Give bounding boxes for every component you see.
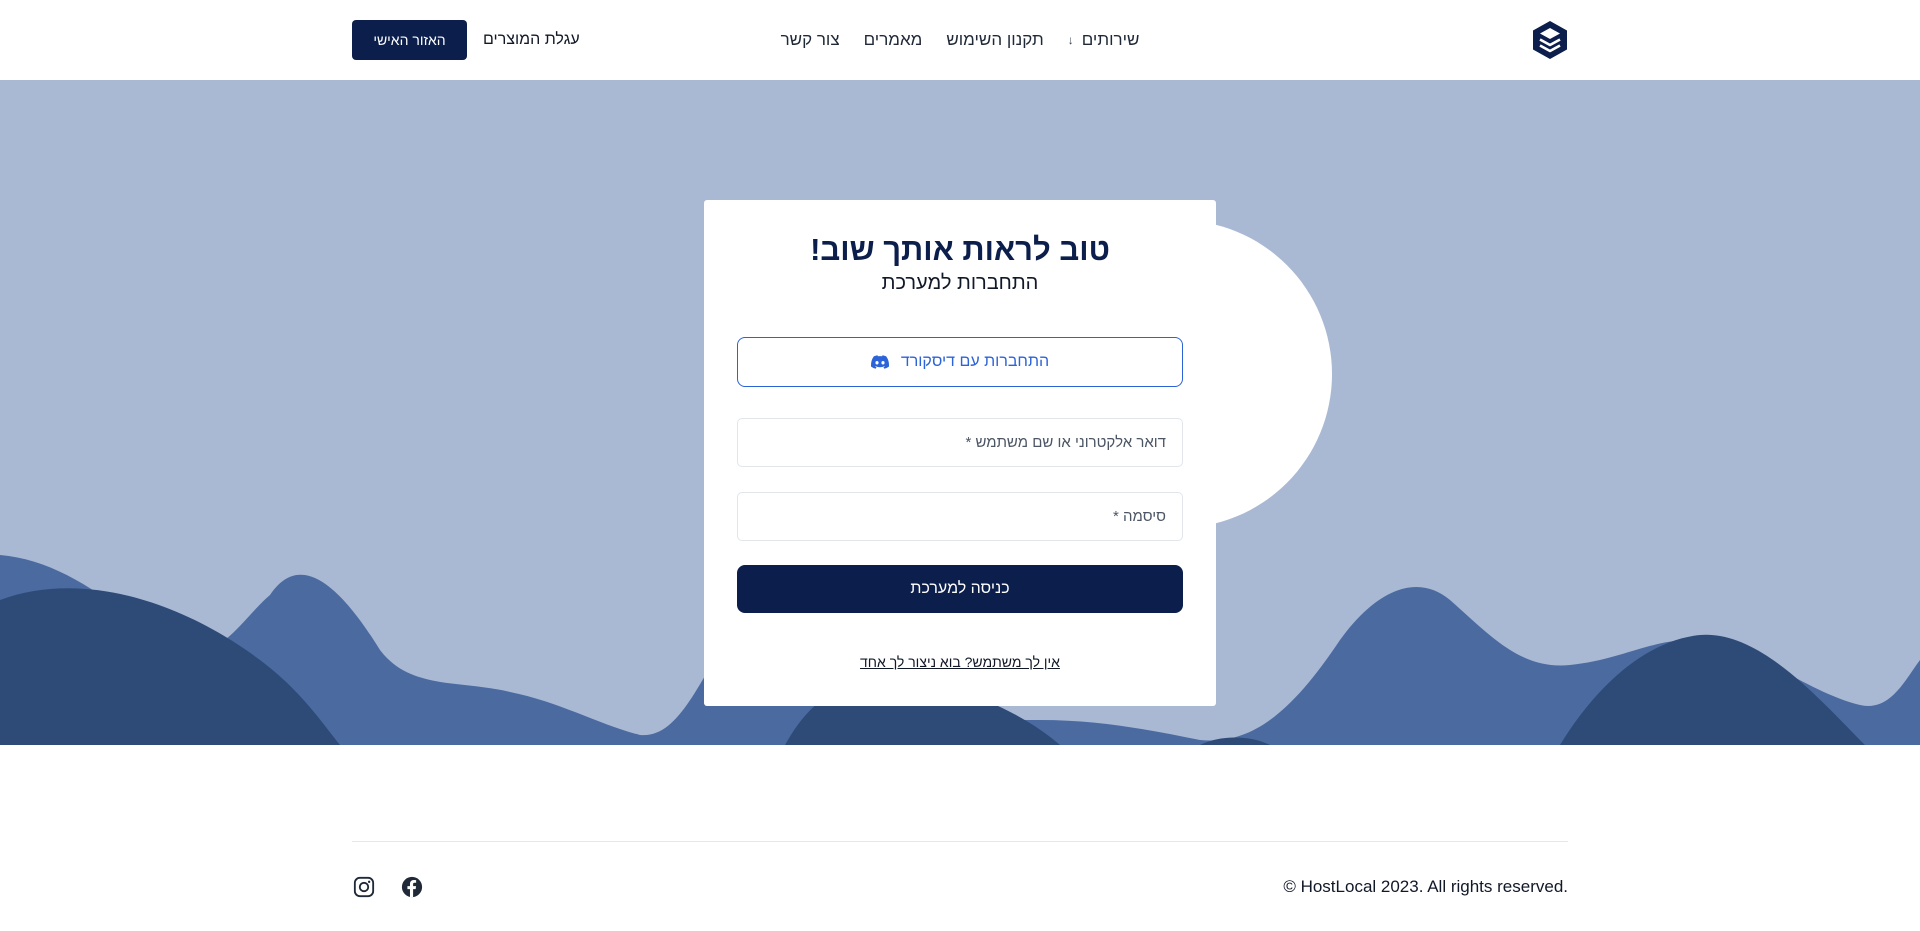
instagram-icon [353,876,375,898]
discord-icon [870,355,889,369]
header-container: שירותים ↓ תקנון השימוש מאמרים צור קשר הא… [352,0,1568,80]
facebook-icon [401,876,423,898]
login-submit-button[interactable]: כניסה למערכת [737,565,1183,613]
nav-item-label: שירותים [1081,30,1140,49]
login-hero: טוב לראות אותך שוב! התחברות למערכת התחבר… [0,80,1920,745]
nav-item-contact[interactable]: צור קשר [781,30,840,50]
discord-button-label: התחברות עם דיסקורד [900,353,1050,370]
nav-item-label: צור קשר [780,30,840,49]
facebook-link[interactable] [401,876,423,898]
password-field[interactable] [737,492,1183,541]
cart-link[interactable]: עגלת המוצרים [483,20,580,60]
copyright-text: © HostLocal 2023. All rights reserved. [1283,877,1568,896]
nav-item-articles[interactable]: מאמרים [864,30,923,50]
nav-item-label: מאמרים [863,30,923,49]
signup-link[interactable]: אין לך משתמש? בוא ניצור לך אחד [704,654,1216,670]
email-username-field[interactable] [737,418,1183,467]
login-subtitle: התחברות למערכת [881,272,1039,294]
nav-item-label: תקנון השימוש [946,30,1044,49]
login-card: טוב לראות אותך שוב! התחברות למערכת התחבר… [704,200,1216,706]
nav-item-services[interactable]: שירותים ↓ [1068,30,1140,50]
instagram-link[interactable] [353,876,375,898]
account-button[interactable]: האזור האישי [352,20,467,60]
stacked-layers-logo-icon [1533,21,1567,59]
chevron-down-icon: ↓ [1067,33,1074,47]
footer-divider [352,841,1568,842]
discord-login-button[interactable]: התחברות עם דיסקורד [737,337,1183,387]
login-title: טוב לראות אותך שוב! [810,232,1110,267]
site-header: שירותים ↓ תקנון השימוש מאמרים צור קשר הא… [0,0,1920,80]
nav-item-terms[interactable]: תקנון השימוש [946,30,1043,50]
logo[interactable] [1532,20,1568,60]
